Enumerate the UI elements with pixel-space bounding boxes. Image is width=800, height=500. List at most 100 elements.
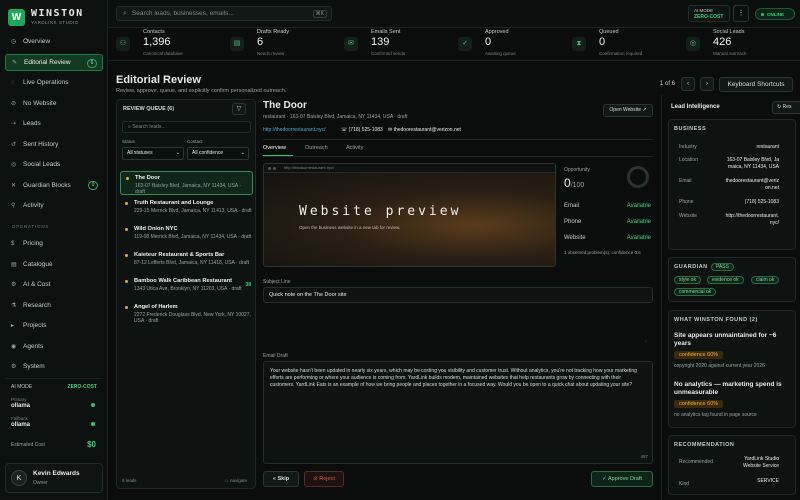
sidebar-item-research[interactable]: ⚗ Research — [5, 297, 103, 314]
skip-button[interactable]: « Skip — [263, 471, 299, 487]
lead-url-link[interactable]: http://thedoorrestaurant.nyc/ — [263, 127, 326, 133]
preview-title: Website preview — [299, 204, 462, 219]
sidebar-item-label: System — [23, 363, 45, 370]
sidebar-item-projects[interactable]: ▸ Projects — [5, 317, 103, 334]
edit-icon: ✎ — [12, 59, 18, 66]
queue-item-detail: 87-12 Lefferts Blvd, Jamaica, NY 11418, … — [134, 260, 250, 266]
queue-nav-hint: ↑↓ navigate — [224, 478, 247, 483]
email-draft-text: Your website hasn't been updated in near… — [270, 368, 637, 388]
stat-value: 0 — [599, 36, 606, 48]
globe-off-icon: ⊘ — [11, 100, 17, 107]
operations-label: OPERATIONS — [12, 224, 50, 229]
tab-overview[interactable]: Overview — [263, 145, 286, 151]
queue-item-name: Bamboo Walk Caribbean Restaurant — [134, 278, 233, 284]
sidebar: W WINSTON YARDLINK STUDIO ◷ Overview ✎ Edit… — [0, 0, 108, 500]
page-title: Editorial Review — [116, 74, 201, 86]
approve-draft-button[interactable]: ✓ Approve Draft — [591, 471, 653, 487]
queue-item[interactable]: Wild Onion NYC 119-08 Merrick Blvd, Jamai… — [120, 223, 253, 247]
stat-value: 6 — [257, 36, 264, 48]
business-value: 163-07 Baisley Blvd, Jamaica, NY 11434, … — [726, 157, 779, 170]
stat-card: ✓ Approved 0 Awaiting queue — [450, 28, 562, 61]
open-website-button[interactable]: Open Website ↗ — [603, 104, 653, 117]
contact-filter-select[interactable]: All confidence ⌄ — [187, 147, 249, 160]
contact-filter-value: All confidence — [192, 150, 224, 156]
review-queue-panel: REVIEW QUEUE (6) ▽ ⌕ Search leads... Sta… — [116, 99, 256, 489]
finding-note: copyright 2020 against current year 2026 — [674, 363, 765, 369]
pulse-icon: ◌ — [11, 79, 15, 86]
logo: W — [8, 9, 25, 26]
sidebar-item-guardian-blocks[interactable]: ✕ Guardian Blocks 0 — [5, 177, 103, 194]
sidebar-item-no-website[interactable]: ⊘ No Website — [5, 95, 103, 112]
queue-item[interactable]: Bamboo Walk Caribbean Restaurant 1343 Uti… — [120, 275, 253, 299]
preview-image — [264, 173, 555, 266]
sidebar-item-system[interactable]: ⚙ System — [5, 358, 103, 375]
user-name: Kevin Edwards — [33, 470, 80, 477]
sidebar-item-agents[interactable]: ◉ Agents — [5, 338, 103, 355]
sidebar-item-ai-cost[interactable]: ⚙ AI & Cost — [5, 276, 103, 293]
queue-search-input[interactable]: ⌕ Search leads... — [122, 121, 251, 133]
sidebar-item-social-leads[interactable]: ◎ Social Leads — [5, 156, 103, 173]
sidebar-item-activity[interactable]: ⚲ Activity — [5, 197, 103, 214]
sidebar-item-catalogue[interactable]: ▤ Catalogue — [5, 256, 103, 273]
contact-filter-label: Contact — [187, 139, 203, 144]
brand-subtitle: YARDLINK STUDIO — [31, 20, 79, 25]
tab-activity[interactable]: Activity — [346, 145, 363, 151]
next-button[interactable]: › — [700, 77, 714, 91]
topbar: ⌕ Search leads, businesses, emails... ⌘K… — [108, 0, 800, 28]
cost-label: Estimated Cost — [11, 442, 45, 448]
filter-icon[interactable]: ▽ — [232, 103, 246, 115]
rec-value: SERVICE — [757, 478, 779, 484]
prev-button[interactable]: ‹ — [681, 77, 695, 91]
email-draft-textarea[interactable]: Your website hasn't been updated in near… — [263, 361, 653, 464]
sidebar-item-editorial-review[interactable]: ✎ Editorial Review 6 — [5, 53, 103, 71]
business-value: (718) 525-1083 — [744, 199, 779, 205]
queue-item[interactable]: The Door 163-07 Baisley Blvd, Jamaica, NY… — [120, 171, 253, 195]
keyboard-shortcuts-button[interactable]: Keyboard Shortcuts — [719, 77, 793, 92]
rec-key: Kind — [679, 481, 690, 487]
check-value: Available — [626, 203, 651, 209]
check-icon: ✓ — [458, 37, 472, 51]
reject-button[interactable]: ⊘ Reject — [304, 471, 344, 487]
check-label: Email — [564, 203, 580, 209]
lead-email: ✉ thedoorestaurant@verizon.net — [388, 127, 461, 133]
sidebar-item-label: Activity — [23, 202, 44, 209]
stat-label: Contacts — [143, 29, 165, 35]
status-dot-icon — [125, 228, 128, 231]
more-menu-icon[interactable]: ⋮ — [733, 5, 749, 22]
business-value: http://thedoorrestaurant.nyc/ — [725, 213, 779, 226]
preview-url: http://thedoorrestaurant.nyc/ — [284, 165, 335, 170]
intel-title: Lead Intelligence — [671, 104, 720, 110]
subject-input[interactable]: Quick note on the The Door site — [263, 287, 653, 303]
queue-item-name: Wild Onion NYC — [134, 226, 178, 232]
reset-button[interactable]: ↻ Res — [772, 101, 800, 114]
fallback-value: ollama — [11, 422, 31, 428]
website-preview[interactable]: http://thedoorrestaurant.nyc/ Website pr… — [263, 163, 556, 267]
finding-confidence: confidence 60% — [674, 351, 724, 359]
sidebar-item-overview[interactable]: ◷ Overview — [5, 33, 103, 50]
opportunity-label: Opportunity — [564, 167, 590, 173]
stat-card: ▤ Drafts Ready 6 Needs review — [222, 28, 334, 61]
sidebar-item-sent-history[interactable]: ↺ Sent History — [5, 136, 103, 153]
app-root: W WINSTON YARDLINK STUDIO ◷ Overview ✎ Edit… — [0, 0, 800, 500]
sidebar-item-leads[interactable]: ⇢ Leads — [5, 115, 103, 132]
queue-item[interactable]: Truth Restaurant and Lounge 229-15 Merric… — [120, 197, 253, 221]
queue-item[interactable]: Angel of Harlem 2272 Frederick Douglass B… — [120, 301, 253, 325]
rec-value: YardLink Studio Website Service — [742, 456, 779, 469]
rec-key: Recommended — [679, 459, 713, 465]
stats-bar: ⚇ Contacts 1,396 Canonical database ▤ Drafts … — [108, 28, 800, 61]
global-search[interactable]: ⌕ Search leads, businesses, emails... ⌘K — [116, 6, 332, 21]
tab-outreach[interactable]: Outreach — [305, 145, 328, 151]
recommendation-panel: RECOMMENDATION Recommended YardLink Studi… — [668, 435, 796, 495]
ai-mode-pill[interactable]: AI MODE ZERO-COST — [688, 5, 730, 22]
ai-mode-label: AI MODE — [11, 384, 33, 390]
user-card[interactable]: K Kevin Edwards Owner — [5, 463, 103, 493]
sidebar-item-label: Guardian Blocks — [23, 181, 71, 189]
status-filter-select[interactable]: All statuses ⌄ — [122, 147, 184, 160]
findings-label: WHAT WINSTON FOUND (2) — [674, 317, 758, 323]
queue-item[interactable]: Kaieteur Restaurant & Sports Bar 87-12 Le… — [120, 249, 253, 273]
primary-label: Primary — [11, 397, 27, 402]
sidebar-item-live-operations[interactable]: ◌ Live Operations — [5, 74, 103, 91]
sidebar-item-pricing[interactable]: $ Pricing — [5, 235, 103, 252]
stat-label: Social Leads — [713, 29, 745, 35]
stat-card: ⧗ Queued 0 Confirmation required — [564, 28, 676, 61]
